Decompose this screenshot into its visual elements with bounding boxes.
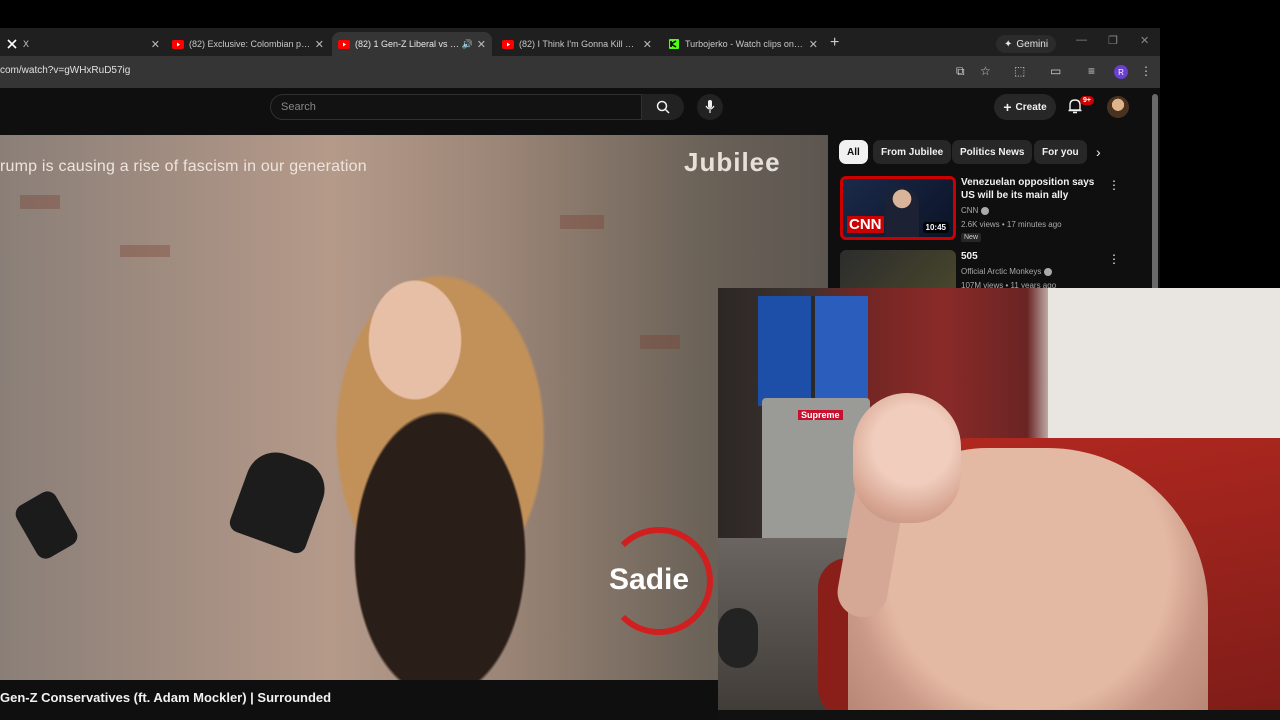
tab-youtube-colombian[interactable]: (82) Exclusive: Colombian presid ✕ — [166, 32, 330, 56]
webcam-overlay: Supreme — [718, 288, 1280, 720]
maximize-icon[interactable]: ❐ — [1108, 34, 1118, 47]
more-options-icon[interactable]: ⋮ — [1108, 178, 1120, 192]
chevron-right-icon[interactable]: › — [1096, 144, 1101, 160]
install-app-icon[interactable]: ⧉ — [956, 64, 965, 79]
minimize-icon[interactable]: — — [1076, 34, 1087, 46]
chip-for-you[interactable]: For you — [1034, 140, 1087, 164]
tab-title: X — [23, 39, 30, 49]
tab-kick[interactable]: Turbojerko - Watch clips on Kic ✕ — [662, 32, 824, 56]
brick-wall-detail — [120, 245, 170, 257]
cast-icon[interactable]: ▭ — [1050, 64, 1061, 78]
speaker-name-tag: Sadie — [609, 563, 690, 596]
speaker-icon[interactable]: 🔊 — [462, 39, 473, 50]
verified-icon — [981, 206, 990, 215]
voice-search-button[interactable] — [697, 94, 723, 120]
chip-politics-news[interactable]: Politics News — [952, 140, 1033, 164]
chip-from-jubilee[interactable]: From Jubilee — [873, 140, 952, 164]
extensions-icon[interactable]: ⬚ — [1014, 64, 1025, 78]
screen: X ✕ (82) Exclusive: Colombian presid ✕ (… — [0, 0, 1280, 720]
youtube-icon — [172, 38, 184, 50]
tab-close-icon[interactable]: ✕ — [315, 38, 324, 51]
bookmark-star-icon[interactable]: ☆ — [980, 64, 991, 78]
tab-close-icon[interactable]: ✕ — [809, 38, 818, 51]
tab-title: Turbojerko - Watch clips on Kic — [685, 39, 805, 49]
tab-title: (82) 1 Gen-Z Liberal vs 20 G — [355, 39, 460, 49]
related-video-title[interactable]: 505 — [961, 250, 1111, 263]
studio-microphone — [12, 487, 81, 563]
search-input[interactable]: Search — [270, 94, 642, 120]
gemini-label: Gemini — [1016, 38, 1049, 50]
channel-label: Official Arctic Monkeys — [961, 267, 1042, 276]
verified-icon — [1044, 267, 1053, 276]
browser-chrome: X ✕ (82) Exclusive: Colombian presid ✕ (… — [0, 28, 1160, 88]
brick-wall-detail — [560, 215, 604, 229]
new-badge: New — [961, 233, 982, 242]
stacked-boxes — [758, 296, 868, 406]
youtube-icon — [338, 38, 350, 50]
bedroom-wall — [1048, 288, 1280, 458]
microphone-icon — [705, 100, 715, 113]
chrome-menu-icon[interactable]: ⋮ — [1140, 64, 1152, 78]
search-icon — [656, 100, 670, 114]
tab-close-icon[interactable]: ✕ — [643, 38, 652, 51]
brick-wall-detail — [640, 335, 680, 349]
gemini-sparkle-icon: ✦ — [1004, 38, 1013, 50]
studio-microphone — [227, 444, 333, 556]
window-close-icon[interactable]: ✕ — [1140, 34, 1149, 47]
cnn-logo: CNN — [847, 216, 884, 233]
kick-icon — [668, 38, 680, 50]
channel-name[interactable]: CNN — [961, 206, 990, 215]
streamer-head — [853, 393, 961, 523]
video-meta: 2.6K views • 17 minutes ago — [961, 220, 1062, 229]
video-caption: rump is causing a rise of fascism in our… — [0, 158, 367, 175]
search-button[interactable] — [642, 94, 684, 120]
tab-youtube-active[interactable]: (82) 1 Gen-Z Liberal vs 20 G 🔊 ✕ — [332, 32, 492, 56]
news-anchor-figure — [885, 187, 919, 237]
tab-title: (82) I Think I'm Gonna Kill Myse — [519, 39, 639, 49]
tab-x[interactable]: X ✕ — [0, 32, 166, 56]
tab-close-icon[interactable]: ✕ — [477, 38, 486, 51]
video-player[interactable]: rump is causing a rise of fascism in our… — [0, 135, 828, 680]
chip-all[interactable]: All — [839, 140, 868, 164]
sticker-logo: Supreme — [798, 410, 843, 420]
new-tab-button[interactable]: + — [830, 34, 839, 52]
profile-avatar[interactable]: R — [1114, 65, 1128, 79]
microphone-foreground — [718, 608, 758, 668]
notification-count-badge: 9+ — [1080, 96, 1094, 105]
url-text[interactable]: com/watch?v=gWHxRuD57ig — [0, 65, 130, 76]
tab-title: (82) Exclusive: Colombian presid — [189, 39, 311, 49]
video-title: Gen-Z Conservatives (ft. Adam Mockler) |… — [0, 690, 332, 705]
address-bar[interactable]: com/watch?v=gWHxRuD57ig ⧉ ☆ ⬚ ▭ ≡ R ⋮ — [0, 56, 1160, 88]
media-controls-icon[interactable]: ≡ — [1088, 64, 1095, 78]
channel-name[interactable]: Official Arctic Monkeys — [961, 267, 1053, 276]
page-scrollbar[interactable] — [1152, 94, 1158, 294]
webcam-bottom-edge — [718, 710, 1280, 720]
jubilee-watermark: Jubilee — [684, 147, 781, 177]
channel-label: CNN — [961, 206, 979, 215]
account-avatar[interactable] — [1107, 96, 1129, 118]
more-options-icon[interactable]: ⋮ — [1108, 252, 1120, 266]
tab-strip: X ✕ (82) Exclusive: Colombian presid ✕ (… — [0, 28, 1160, 56]
plus-icon: + — [1003, 99, 1012, 115]
create-button[interactable]: + Create — [994, 94, 1056, 120]
tab-youtube-kill[interactable]: (82) I Think I'm Gonna Kill Myse ✕ — [496, 32, 658, 56]
video-duration: 10:45 — [922, 222, 949, 233]
related-video[interactable]: CNN 10:45 Venezuelan opposition says US … — [840, 176, 1140, 246]
related-video-title[interactable]: Venezuelan opposition says US will be it… — [961, 176, 1111, 202]
gemini-button[interactable]: ✦ Gemini — [996, 35, 1057, 53]
tab-close-icon[interactable]: ✕ — [151, 38, 160, 51]
youtube-icon — [502, 38, 514, 50]
x-logo-icon — [6, 38, 18, 50]
brick-wall-detail — [20, 195, 60, 209]
create-label: Create — [1015, 101, 1047, 113]
video-thumbnail[interactable]: CNN 10:45 — [840, 176, 956, 240]
